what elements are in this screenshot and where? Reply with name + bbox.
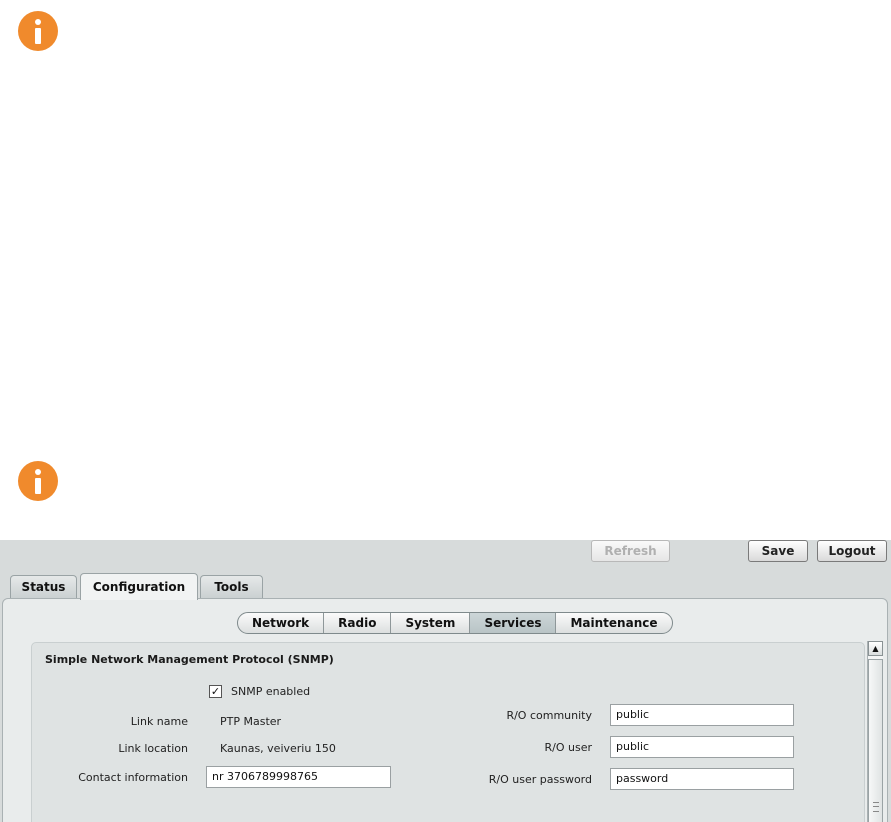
save-button[interactable]: Save xyxy=(748,540,808,562)
grip-icon xyxy=(873,802,879,812)
link-location-label: Link location xyxy=(118,742,188,755)
scroll-up-arrow-icon[interactable]: ▲ xyxy=(868,641,883,656)
link-name-label: Link name xyxy=(130,715,188,728)
link-name-value: PTP Master xyxy=(220,715,282,728)
subtab-network[interactable]: Network xyxy=(238,613,323,633)
info-icon-bar xyxy=(35,478,41,494)
info-icon xyxy=(18,461,58,501)
subtab-services[interactable]: Services xyxy=(469,613,556,633)
link-location-value: Kaunas, veiveriu 150 xyxy=(220,742,336,755)
contact-information-field[interactable]: nr 3706789998765 xyxy=(206,766,391,788)
info-icon-dot xyxy=(35,19,41,25)
snmp-enabled-label: SNMP enabled xyxy=(231,685,311,698)
logout-button[interactable]: Logout xyxy=(817,540,887,562)
vertical-scrollbar[interactable]: ▲ xyxy=(867,641,883,822)
tab-status[interactable]: Status xyxy=(10,575,77,599)
ro-user-password-field[interactable]: password xyxy=(610,768,794,790)
contact-information-label: Contact information xyxy=(78,771,188,784)
ro-user-password-label: R/O user password xyxy=(488,773,592,786)
configuration-subnav: Network Radio System Services Maintenanc… xyxy=(237,612,673,634)
ro-user-label: R/O user xyxy=(544,741,593,754)
info-icon-bar xyxy=(35,28,41,44)
snmp-section-title: Simple Network Management Protocol (SNMP… xyxy=(45,653,334,666)
tab-configuration[interactable]: Configuration xyxy=(80,573,198,600)
info-icon xyxy=(18,11,58,51)
ro-community-field[interactable]: public xyxy=(610,704,794,726)
snmp-section: Simple Network Management Protocol (SNMP… xyxy=(31,642,865,822)
subtab-system[interactable]: System xyxy=(390,613,469,633)
tab-tools[interactable]: Tools xyxy=(200,575,263,599)
ro-user-field[interactable]: public xyxy=(610,736,794,758)
subtab-maintenance[interactable]: Maintenance xyxy=(555,613,671,633)
configuration-panel: Network Radio System Services Maintenanc… xyxy=(2,598,888,822)
scrollbar-thumb[interactable] xyxy=(868,659,883,822)
info-icon-dot xyxy=(35,469,41,475)
refresh-button[interactable]: Refresh xyxy=(591,540,670,562)
device-web-ui: Refresh Save Logout Status Configuration… xyxy=(0,540,891,822)
subtab-radio[interactable]: Radio xyxy=(323,613,390,633)
ro-community-label: R/O community xyxy=(506,709,592,722)
snmp-enabled-checkbox[interactable]: ✓ xyxy=(209,685,222,698)
